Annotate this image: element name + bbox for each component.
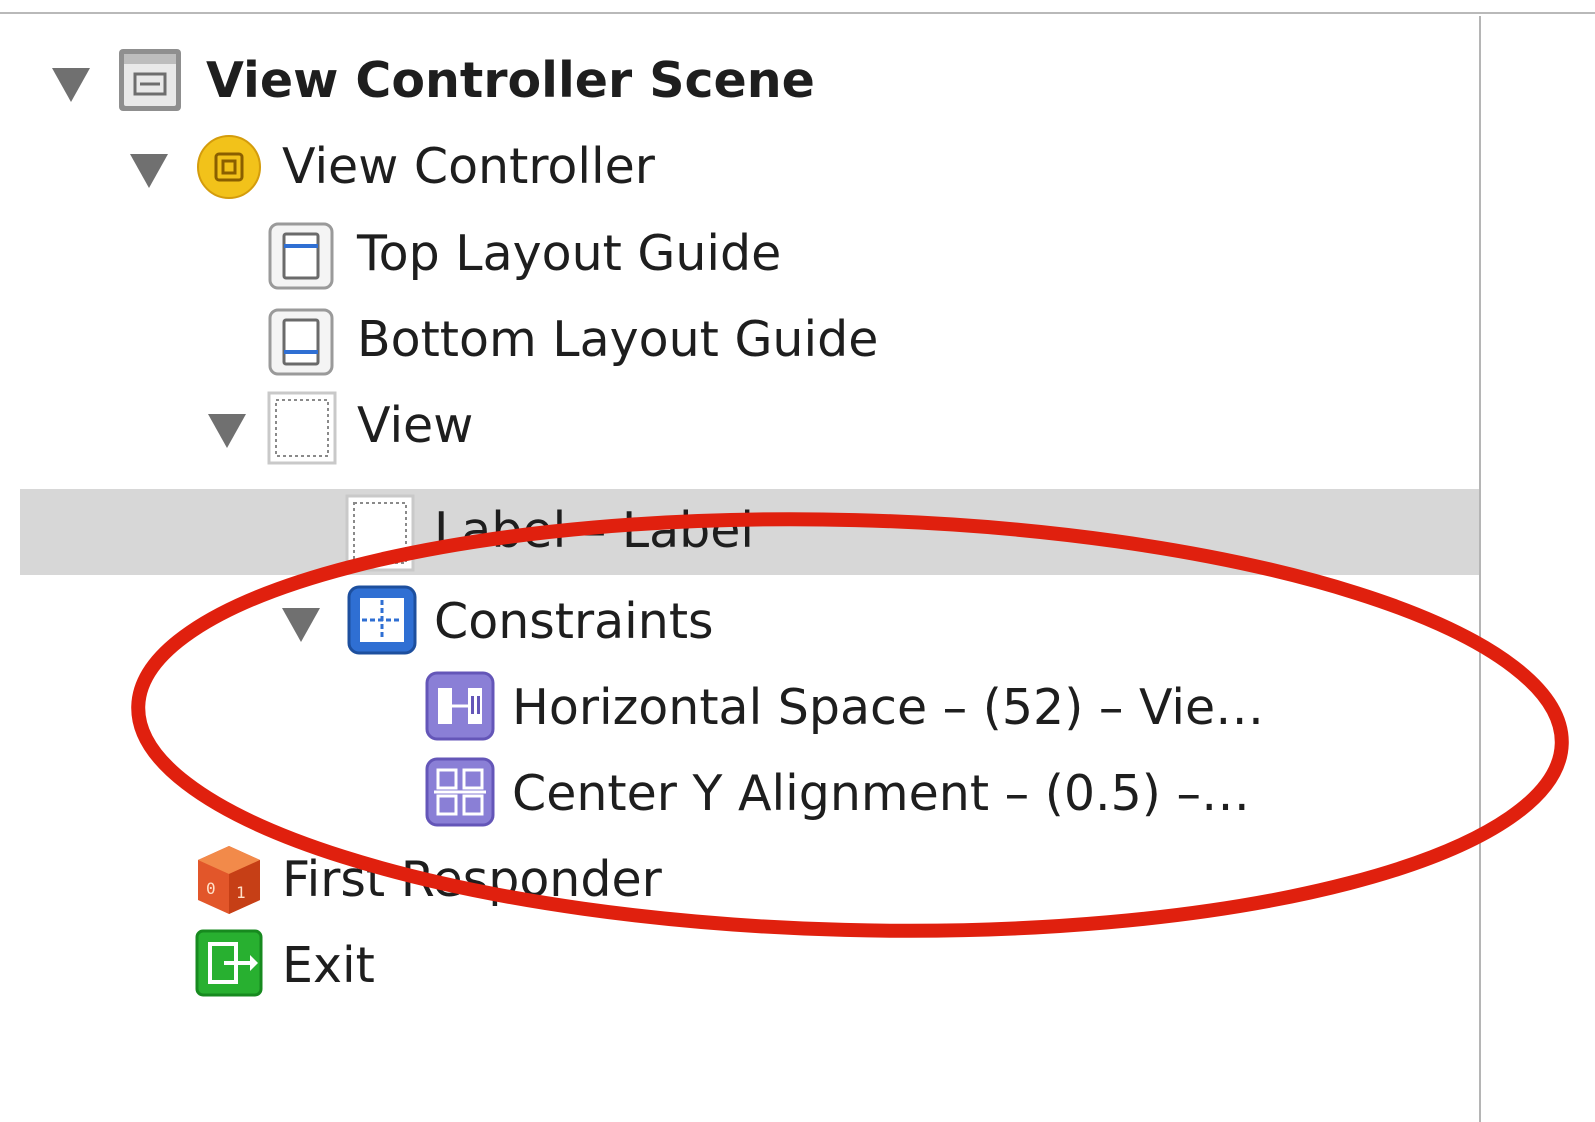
outline-row-first-responder[interactable]: 0 1 First Responder [20,834,1479,920]
outline-label: View Controller [282,138,655,195]
disclosure-triangle-icon[interactable] [52,68,90,102]
outline-row-view-controller[interactable]: View Controller [20,124,1479,210]
outline-label: View Controller Scene [206,52,815,109]
disclosure-triangle-icon[interactable] [208,414,246,448]
document-outline: View Controller Scene View Controller To… [0,16,1479,1122]
storyboard-scene-icon [116,46,181,116]
first-responder-cube-icon: 0 1 [194,842,260,914]
top-layout-guide-icon [266,220,334,290]
outline-row-view-controller-scene[interactable]: View Controller Scene [20,38,1479,124]
outline-row-label-selected[interactable]: Label – Label [20,489,1479,575]
bottom-layout-guide-icon [266,306,334,376]
outline-label: First Responder [282,851,662,908]
outline-row-view[interactable]: View [20,382,1479,468]
horizontal-space-constraint-icon [424,670,495,741]
outline-label: Horizontal Space – (52) – Vie… [512,679,1265,736]
label-view-icon [344,493,415,572]
outline-label: Exit [282,937,375,994]
outline-label: Top Layout Guide [357,225,782,282]
outline-row-center-y-alignment-constraint[interactable]: Center Y Alignment – (0.5) –… [20,748,1479,834]
outline-row-top-layout-guide[interactable]: Top Layout Guide [20,210,1479,296]
window-top-border [0,0,1595,14]
outline-label: Center Y Alignment – (0.5) –… [512,765,1250,822]
disclosure-triangle-icon[interactable] [130,154,168,188]
svg-text:0: 0 [206,879,216,898]
outline-label: View [357,397,474,454]
exit-icon [194,928,263,998]
outline-row-horizontal-space-constraint[interactable]: Horizontal Space – (52) – Vie… [20,662,1479,748]
outline-label: Bottom Layout Guide [357,311,879,368]
svg-text:1: 1 [236,883,246,902]
outline-row-bottom-layout-guide[interactable]: Bottom Layout Guide [20,296,1479,382]
view-icon [266,390,337,465]
outline-label: Constraints [434,593,714,650]
view-controller-icon [194,134,261,204]
center-y-alignment-constraint-icon [424,756,495,827]
outline-row-exit[interactable]: Exit [20,920,1479,1006]
outline-row-constraints[interactable]: Constraints [20,576,1479,662]
pane-divider[interactable] [1479,16,1481,1122]
disclosure-triangle-icon[interactable] [282,608,320,642]
outline-label: Label – Label [434,502,755,559]
constraints-icon [346,584,417,655]
